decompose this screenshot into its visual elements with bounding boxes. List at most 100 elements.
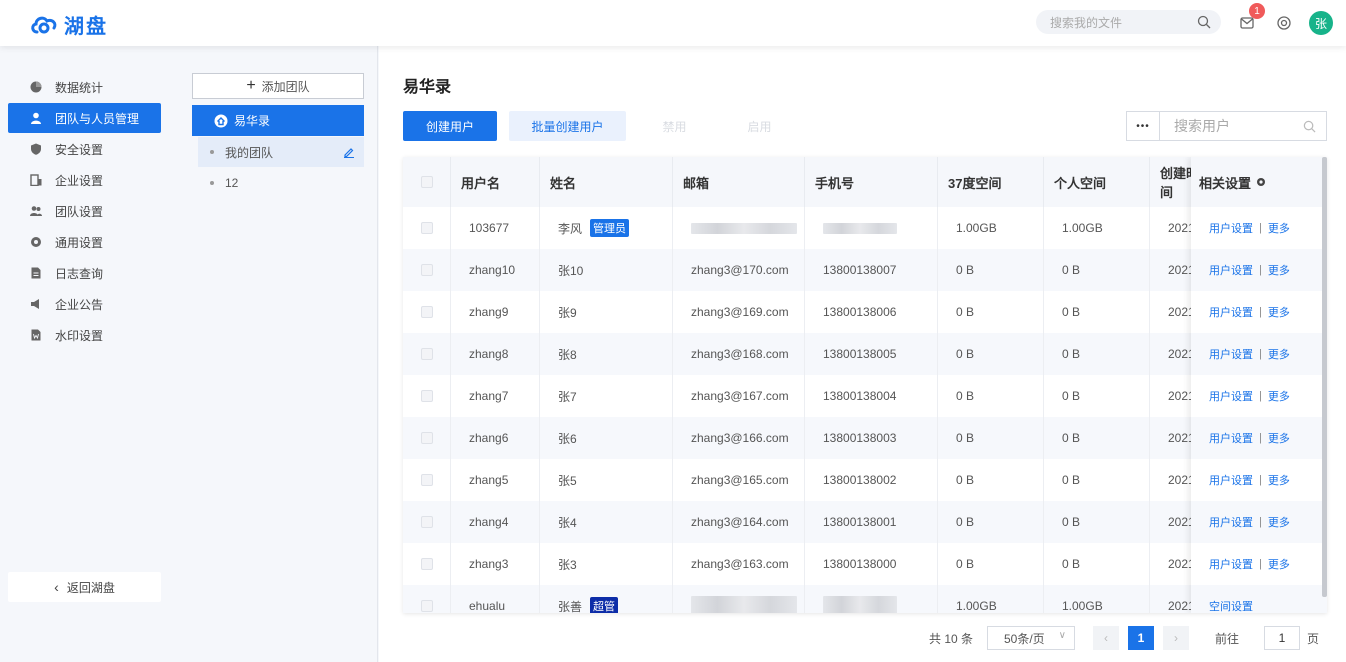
- batch-create-user-button[interactable]: 批量创建用户: [509, 111, 626, 141]
- cell-name: 张5: [540, 459, 673, 501]
- user-settings-link[interactable]: 用户设置: [1209, 346, 1253, 362]
- prev-page-button[interactable]: ‹: [1093, 626, 1119, 650]
- cell-username-text: zhang4: [469, 515, 509, 529]
- sidebar-item-shield[interactable]: 安全设置: [8, 134, 161, 164]
- action-separator: |: [1259, 432, 1262, 444]
- sidebar-item-team[interactable]: 团队设置: [8, 196, 161, 226]
- sidebar-item-pie-chart[interactable]: 数据统计: [8, 72, 161, 102]
- team-tree-panel: + 添加团队 易华录 我的团队 12: [176, 46, 378, 662]
- cell-email: zhang3@169.com: [673, 291, 805, 333]
- team-item-label: 我的团队: [225, 145, 274, 160]
- column-header-username[interactable]: 用户名: [451, 157, 540, 207]
- more-link[interactable]: 更多: [1268, 220, 1290, 236]
- space-settings-link[interactable]: 空间设置: [1209, 598, 1253, 613]
- user-settings-link[interactable]: 用户设置: [1209, 556, 1253, 572]
- shield-icon: [30, 143, 42, 155]
- goto-page-input[interactable]: 1: [1264, 626, 1300, 650]
- sidebar-item-megaphone[interactable]: 企业公告: [8, 289, 161, 319]
- more-link[interactable]: 更多: [1268, 430, 1290, 446]
- more-options-button[interactable]: •••: [1126, 111, 1160, 141]
- gear-icon[interactable]: [1255, 176, 1267, 188]
- total-count: 共 10 条: [929, 631, 974, 646]
- cell-name: 张善 超管: [540, 585, 673, 613]
- user-settings-link[interactable]: 用户设置: [1209, 430, 1253, 446]
- more-link[interactable]: 更多: [1268, 388, 1290, 404]
- table-row[interactable]: zhang8 张8 zhang3@168.com 13800138005 0 B0 B2…: [403, 333, 1327, 375]
- ellipsis-icon: •••: [1136, 120, 1150, 132]
- row-checkbox[interactable]: [421, 264, 433, 276]
- cell-name: 张8: [540, 333, 673, 375]
- column-header-email[interactable]: 邮箱: [673, 157, 805, 207]
- row-checkbox[interactable]: [421, 558, 433, 570]
- sidebar-item-watermark[interactable]: 水印设置: [8, 320, 161, 350]
- more-link[interactable]: 更多: [1268, 556, 1290, 572]
- table-row[interactable]: zhang6 张6 zhang3@166.com 13800138003 0 B0 B2…: [403, 417, 1327, 459]
- column-header-personal-space[interactable]: 个人空间: [1044, 157, 1150, 207]
- row-checkbox[interactable]: [421, 474, 433, 486]
- back-to-app-button[interactable]: ‹ 返回湖盘: [8, 572, 161, 602]
- user-settings-link[interactable]: 用户设置: [1209, 304, 1253, 320]
- search-icon[interactable]: [1197, 15, 1211, 29]
- table-row[interactable]: zhang4 张4 zhang3@164.com 13800138001 0 B0 B2…: [403, 501, 1327, 543]
- table-row[interactable]: zhang9 张9 zhang3@169.com 13800138006 0 B0 B2…: [403, 291, 1327, 333]
- enable-button[interactable]: 启用: [723, 111, 796, 141]
- disable-button[interactable]: 禁用: [638, 111, 711, 141]
- next-page-button[interactable]: ›: [1163, 626, 1189, 650]
- add-team-button[interactable]: + 添加团队: [192, 73, 364, 99]
- cell-phone: [805, 207, 938, 249]
- create-user-button[interactable]: 创建用户: [403, 111, 497, 141]
- table-scrollbar[interactable]: [1322, 157, 1327, 597]
- row-checkbox[interactable]: [421, 390, 433, 402]
- column-header-name[interactable]: 姓名: [540, 157, 673, 207]
- row-checkbox[interactable]: [421, 516, 433, 528]
- user-settings-link[interactable]: 用户设置: [1209, 262, 1253, 278]
- table-row[interactable]: zhang3 张3 zhang3@163.com 13800138000 0 B0 B2…: [403, 543, 1327, 585]
- sidebar-item-gear[interactable]: 通用设置: [8, 227, 161, 257]
- app-logo[interactable]: 湖盘: [30, 10, 108, 39]
- user-settings-link[interactable]: 用户设置: [1209, 472, 1253, 488]
- row-checkbox[interactable]: [421, 306, 433, 318]
- cell-name: 张3: [540, 543, 673, 585]
- more-link[interactable]: 更多: [1268, 304, 1290, 320]
- user-settings-link[interactable]: 用户设置: [1209, 220, 1253, 236]
- more-link[interactable]: 更多: [1268, 262, 1290, 278]
- table-row[interactable]: zhang10 张10 zhang3@170.com 13800138007 0 B 0 …: [403, 249, 1327, 291]
- redacted-phone: [823, 222, 897, 234]
- table-row[interactable]: ehualu 张善 超管 1.00GB 1.00GB 2021: [403, 585, 1327, 613]
- sidebar-item-document[interactable]: 日志查询: [8, 258, 161, 288]
- cell-personal: 0 B: [1044, 501, 1150, 543]
- team-root-item[interactable]: 易华录: [192, 105, 364, 136]
- edit-icon[interactable]: [343, 146, 355, 158]
- cell-email: zhang3@166.com: [673, 417, 805, 459]
- user-settings-link[interactable]: 用户设置: [1209, 514, 1253, 530]
- search-icon[interactable]: [1303, 120, 1316, 133]
- help-icon[interactable]: [1273, 12, 1295, 34]
- row-actions: 用户设置 | 更多: [1191, 207, 1327, 249]
- table-row[interactable]: zhang7 张7 zhang3@167.com 13800138004 0 B0 B2…: [403, 375, 1327, 417]
- sidebar-item-user[interactable]: 团队与人员管理: [8, 103, 161, 133]
- page-size-select[interactable]: 50条/页 ∨: [987, 626, 1075, 650]
- user-avatar[interactable]: 张: [1309, 11, 1333, 35]
- file-search-input[interactable]: 搜索我的文件: [1036, 10, 1221, 34]
- cell-personal-text: 0 B: [1062, 347, 1081, 361]
- more-link[interactable]: 更多: [1268, 514, 1290, 530]
- bullet-icon: [210, 181, 214, 185]
- sidebar-item-building[interactable]: 企业设置: [8, 165, 161, 195]
- team-item-my-team[interactable]: 我的团队: [198, 137, 364, 167]
- column-header-phone[interactable]: 手机号: [805, 157, 938, 207]
- table-row[interactable]: 103677 李风 管理员 1.00GB 1.00GB 2021: [403, 207, 1327, 249]
- page-button-current[interactable]: 1: [1128, 626, 1154, 650]
- cell-name: 张10: [540, 249, 673, 291]
- user-search-input[interactable]: 搜索用户: [1160, 111, 1327, 141]
- row-checkbox[interactable]: [421, 432, 433, 444]
- row-checkbox[interactable]: [421, 600, 433, 612]
- table-row[interactable]: zhang5 张5 zhang3@165.com 13800138002 0 B0 B2…: [403, 459, 1327, 501]
- more-link[interactable]: 更多: [1268, 472, 1290, 488]
- column-header-space37[interactable]: 37度空间: [938, 157, 1044, 207]
- row-checkbox[interactable]: [421, 348, 433, 360]
- more-link[interactable]: 更多: [1268, 346, 1290, 362]
- user-settings-link[interactable]: 用户设置: [1209, 388, 1253, 404]
- team-item-12[interactable]: 12: [198, 168, 364, 198]
- select-all-checkbox[interactable]: [421, 176, 433, 188]
- row-checkbox[interactable]: [421, 222, 433, 234]
